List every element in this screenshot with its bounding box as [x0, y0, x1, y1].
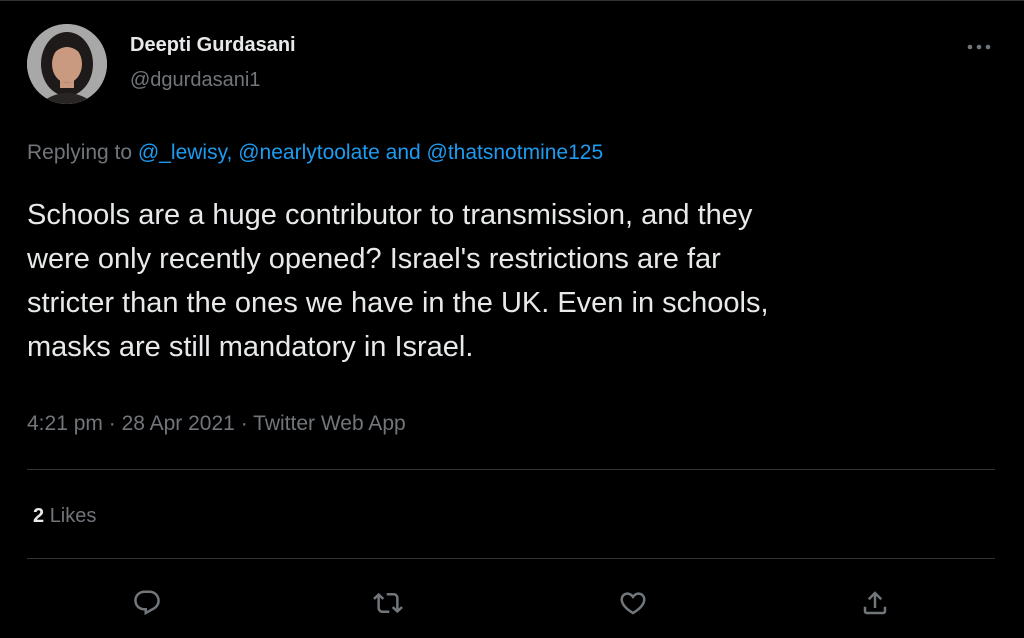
avatar-image [27, 24, 107, 104]
mention-link-thatsnotmine125[interactable]: @thatsnotmine125 [427, 141, 604, 164]
tweet-text-line: stricter than the ones we have in the UK… [27, 287, 769, 319]
tweet-date[interactable]: 28 Apr 2021 [122, 412, 235, 435]
tweet-text-line: Schools are a huge contributor to transm… [27, 199, 753, 231]
reply-button[interactable] [127, 583, 167, 623]
divider [27, 558, 995, 559]
heart-icon [620, 592, 646, 615]
divider [27, 469, 995, 470]
tweet-metadata: 4:21 pm · 28 Apr 2021 · Twitter Web App [27, 412, 406, 436]
share-button[interactable] [855, 583, 895, 623]
meta-separator: · [108, 412, 116, 435]
likes-count: 2 [33, 505, 45, 527]
reply-icon [134, 590, 160, 616]
avatar[interactable] [27, 24, 107, 104]
tweet-text-line: were only recently opened? Israel's rest… [27, 243, 721, 275]
like-button[interactable] [613, 583, 653, 623]
tweet-detail: Deepti Gurdasani @dgurdasani1 Replying t… [0, 0, 1024, 638]
mention-link-nearlytoolate[interactable]: @nearlytoolate [238, 141, 380, 164]
more-horizontal-icon [967, 44, 991, 50]
tweet-actions [0, 583, 1024, 623]
tweet-text-line: masks are still mandatory in Israel. [27, 331, 474, 363]
source-app-link[interactable]: Twitter Web App [253, 412, 406, 435]
likes-stat[interactable]: 2 Likes [33, 505, 96, 528]
mention-link-lewisy[interactable]: @_lewisy [138, 141, 227, 164]
author-name[interactable]: Deepti Gurdasani [130, 34, 296, 57]
mention-conjunction: and [385, 141, 421, 164]
retweet-icon [373, 592, 403, 614]
likes-label: Likes [49, 505, 97, 527]
more-options-button[interactable] [964, 35, 994, 59]
replying-to: Replying to @_lewisy, @nearlytoolate and… [27, 141, 603, 165]
tweet-time[interactable]: 4:21 pm [27, 412, 103, 435]
mention-separator: , [226, 141, 233, 164]
tweet-text: Schools are a huge contributor to transm… [27, 193, 1002, 369]
meta-separator: · [240, 412, 248, 435]
retweet-button[interactable] [368, 583, 408, 623]
author-handle[interactable]: @dgurdasani1 [130, 69, 260, 92]
share-icon [863, 591, 887, 615]
replying-to-label: Replying to [27, 141, 133, 164]
